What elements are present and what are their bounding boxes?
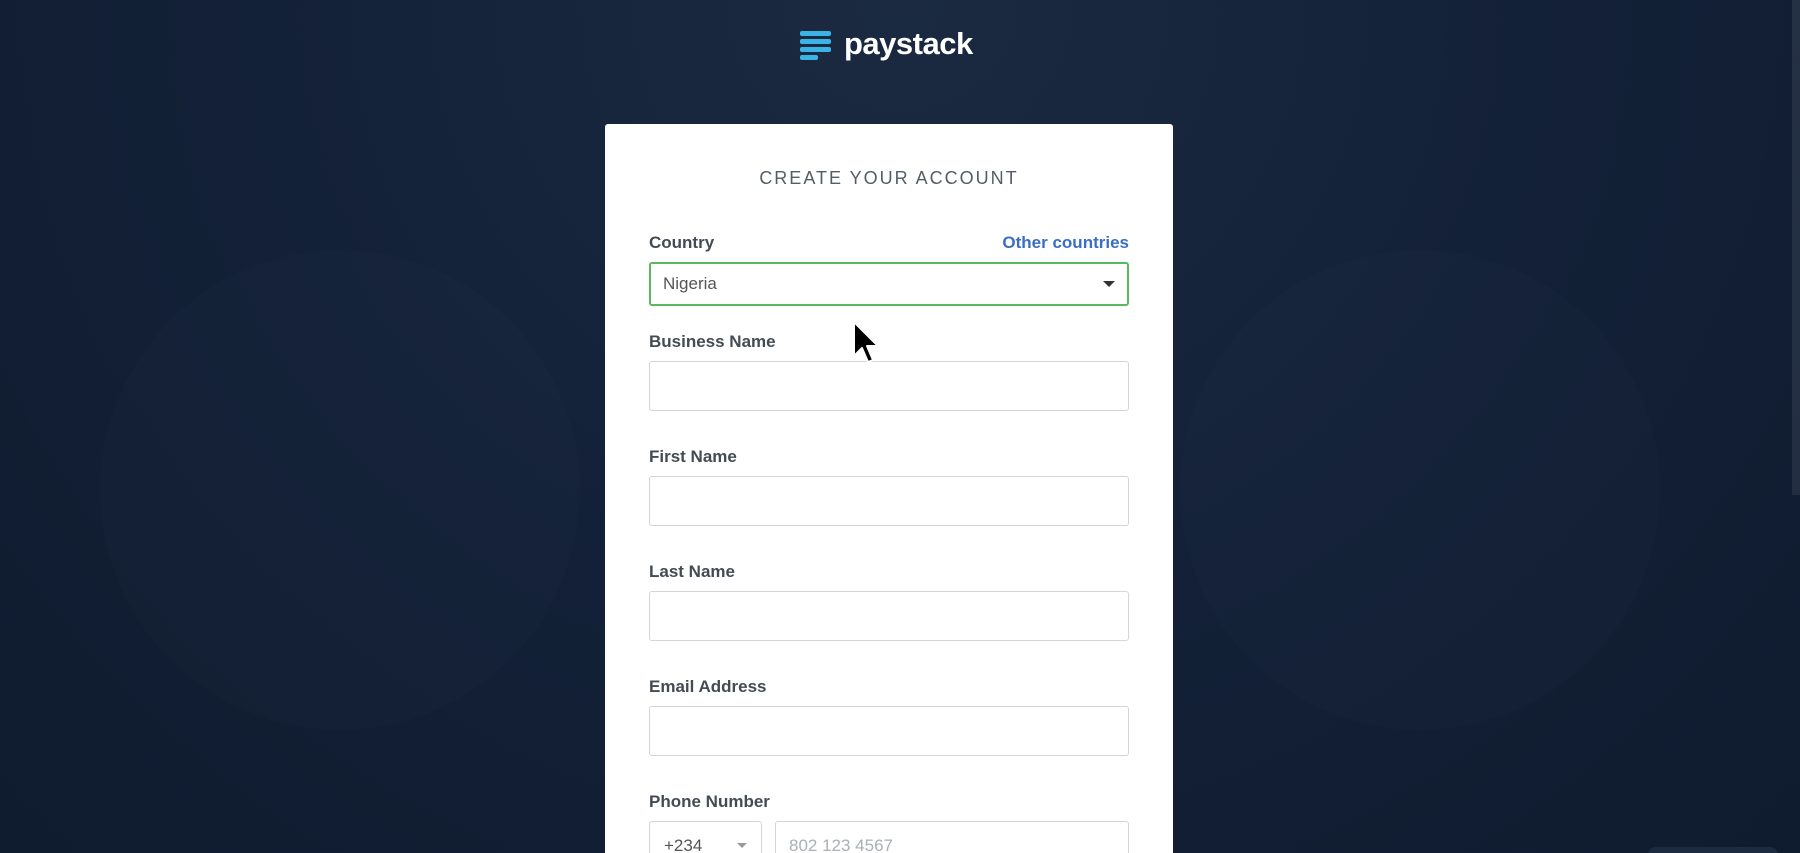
- country-code-select[interactable]: +234: [649, 821, 762, 853]
- email-field: Email Address: [649, 677, 1129, 756]
- chevron-down-icon: [1103, 281, 1115, 287]
- business-name-input[interactable]: [649, 361, 1129, 411]
- first-name-field: First Name: [649, 447, 1129, 526]
- first-name-label: First Name: [649, 447, 737, 466]
- country-selected-value: Nigeria: [663, 274, 717, 293]
- other-countries-link[interactable]: Other countries: [1002, 233, 1129, 253]
- last-name-input[interactable]: [649, 591, 1129, 641]
- mouse-pointer-icon: [853, 321, 879, 363]
- last-name-field: Last Name: [649, 562, 1129, 641]
- paystack-logo-icon: [800, 28, 832, 60]
- business-name-field: Business Name: [649, 332, 1129, 411]
- last-name-label: Last Name: [649, 562, 735, 581]
- phone-number-input[interactable]: [775, 821, 1129, 853]
- signup-card: CREATE YOUR ACCOUNT Country Other countr…: [605, 124, 1173, 853]
- first-name-input[interactable]: [649, 476, 1129, 526]
- business-name-label: Business Name: [649, 332, 776, 351]
- help-widget-tab[interactable]: [1648, 847, 1778, 853]
- background-shape: [1180, 250, 1660, 730]
- background-shape: [100, 250, 580, 730]
- phone-field: Phone Number +234: [649, 792, 1129, 853]
- brand-name: paystack: [844, 26, 973, 61]
- email-input[interactable]: [649, 706, 1129, 756]
- country-field: Country Other countries Nigeria: [649, 233, 1129, 306]
- country-label: Country: [649, 233, 715, 252]
- page-title: CREATE YOUR ACCOUNT: [759, 168, 1019, 188]
- chevron-down-icon: [737, 843, 747, 848]
- email-label: Email Address: [649, 677, 767, 696]
- page-scrollbar[interactable]: [1792, 0, 1800, 495]
- phone-label: Phone Number: [649, 792, 770, 811]
- country-code-value: +234: [664, 836, 703, 853]
- country-select[interactable]: Nigeria: [649, 262, 1129, 306]
- paystack-logo: paystack: [800, 26, 973, 62]
